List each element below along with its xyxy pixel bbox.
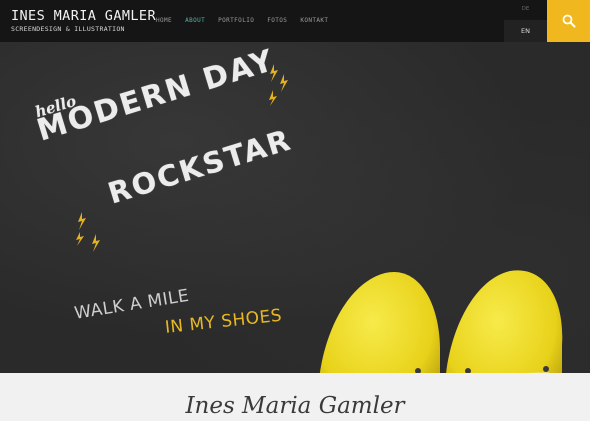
- brand-tagline: SCREENDESIGN & ILLUSTRATION: [11, 25, 125, 33]
- nav-item-home[interactable]: HOME: [156, 17, 172, 24]
- search-icon: [562, 14, 575, 28]
- search-button[interactable]: [547, 0, 590, 42]
- nav-item-fotos[interactable]: FOTOS: [267, 17, 287, 24]
- main-nav: HOME ABOUT PORTFOLIO FOTOS KONTAKT: [156, 17, 328, 24]
- brand-logo[interactable]: INES MARIA GAMLER SCREENDESIGN & ILLUSTR…: [11, 9, 156, 34]
- language-en[interactable]: EN: [504, 20, 547, 42]
- brand-name: INES MARIA GAMLER: [11, 8, 156, 24]
- language-de[interactable]: DE: [504, 6, 547, 12]
- nav-item-kontakt[interactable]: KONTAKT: [300, 17, 328, 24]
- lightning-icon: [76, 212, 100, 252]
- top-navigation-bar: INES MARIA GAMLER SCREENDESIGN & ILLUSTR…: [0, 0, 590, 42]
- nav-item-about[interactable]: ABOUT: [185, 17, 205, 24]
- yellow-sneakers-image: [319, 270, 563, 373]
- nav-item-portfolio[interactable]: PORTFOLIO: [218, 17, 254, 24]
- section-title: Ines Maria Gamler: [185, 393, 405, 419]
- hero-banner: [0, 42, 590, 373]
